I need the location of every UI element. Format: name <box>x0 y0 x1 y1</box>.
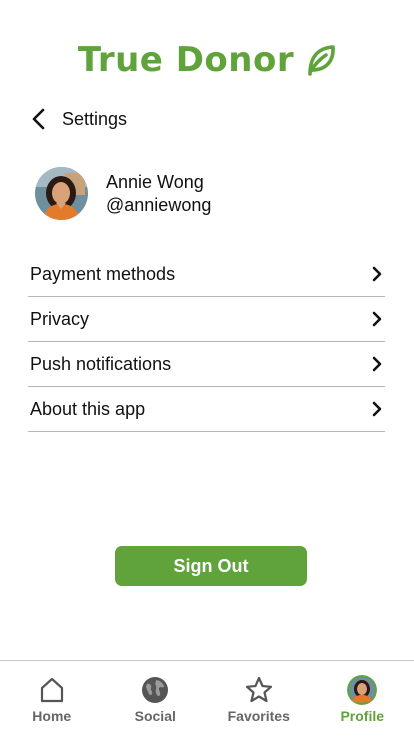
home-icon <box>40 677 63 703</box>
settings-menu: Payment methods Privacy Push notificatio… <box>28 252 385 432</box>
menu-item-label: Privacy <box>30 308 90 329</box>
menu-item-privacy[interactable]: Privacy <box>28 297 385 342</box>
bottom-tab-bar: Home Social Favorites Profile <box>0 660 414 737</box>
user-handle: @anniewong <box>106 194 212 215</box>
app-title: True Donor <box>77 40 295 80</box>
tab-home[interactable]: Home <box>0 661 104 737</box>
chevron-right-icon <box>372 266 382 282</box>
menu-item-payment-methods[interactable]: Payment methods <box>28 252 385 297</box>
menu-item-push-notifications[interactable]: Push notifications <box>28 342 385 387</box>
menu-item-label: Payment methods <box>30 263 176 284</box>
page-title: Settings <box>62 108 128 129</box>
menu-item-label: Push notifications <box>30 353 172 374</box>
chevron-right-icon <box>372 311 382 327</box>
chevron-right-icon <box>372 401 382 417</box>
tab-profile[interactable]: Profile <box>311 661 414 737</box>
menu-item-about-this-app[interactable]: About this app <box>28 387 385 432</box>
leaf-icon <box>308 45 335 76</box>
chevron-right-icon <box>372 356 382 372</box>
user-profile-card: Annie Wong @anniewong <box>35 167 211 220</box>
avatar <box>35 167 88 220</box>
avatar <box>347 675 378 705</box>
tab-label: Profile <box>340 708 385 724</box>
tab-label: Home <box>32 708 72 724</box>
settings-header: Settings <box>28 106 127 132</box>
tab-favorites[interactable]: Favorites <box>207 661 311 737</box>
star-icon <box>245 676 272 703</box>
tab-social[interactable]: Social <box>104 661 208 737</box>
user-name: Annie Wong <box>106 171 204 192</box>
app-header-logo: True Donor <box>0 40 414 80</box>
back-arrow-icon[interactable] <box>28 106 50 132</box>
tab-label: Social <box>134 708 176 724</box>
tab-label: Favorites <box>227 708 290 724</box>
globe-icon <box>142 677 169 703</box>
menu-item-label: About this app <box>30 398 146 419</box>
sign-out-button[interactable]: Sign Out <box>115 546 307 586</box>
